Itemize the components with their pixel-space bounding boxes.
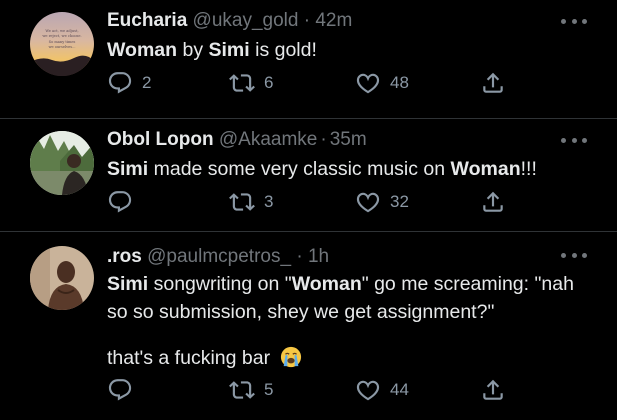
- hashtag-mention: Woman: [450, 158, 521, 180]
- retweet-count: 6: [264, 73, 274, 92]
- more-icon[interactable]: [561, 135, 587, 145]
- text-segment: is gold!: [249, 39, 317, 61]
- display-name[interactable]: Obol Lopon: [107, 129, 214, 150]
- avatar-quote-line: We act, we adjust,: [45, 29, 78, 33]
- like-button[interactable]: 44: [355, 377, 409, 403]
- user-handle[interactable]: @paulmcpetros_: [147, 246, 291, 267]
- text-segment: made some very classic music on: [148, 158, 451, 180]
- share-icon: [480, 377, 506, 403]
- like-count: 48: [390, 73, 409, 92]
- avatar[interactable]: We act, we adjust, we reject, we choose.…: [30, 12, 94, 76]
- more-icon[interactable]: [561, 16, 587, 26]
- tweet-header: .ros @paulmcpetros_ · 1h: [107, 246, 329, 268]
- avatar[interactable]: [30, 246, 94, 310]
- tweet-3[interactable]: .ros @paulmcpetros_ · 1h Simi songwritin…: [0, 232, 617, 420]
- separator-dot: ·: [320, 129, 327, 150]
- separator-dot: ·: [303, 10, 311, 31]
- hashtag-mention: Woman: [107, 39, 178, 61]
- reply-icon: [107, 189, 133, 215]
- text-segment: songwriting on ": [148, 273, 292, 295]
- retweet-button[interactable]: 6: [229, 70, 273, 96]
- like-icon: [355, 377, 381, 403]
- loudly-crying-face-icon: [280, 346, 301, 368]
- reply-icon: [107, 70, 133, 96]
- user-handle[interactable]: @ukay_gold: [193, 10, 299, 31]
- tweet-text-line: that's a fucking bar: [107, 344, 302, 372]
- tweet-header: Obol Lopon @Akaamke · 35m: [107, 129, 367, 151]
- avatar[interactable]: [30, 131, 94, 195]
- like-button[interactable]: 32: [355, 189, 409, 215]
- tweet-text-line: so so submission, shey we get assignment…: [107, 301, 495, 323]
- retweet-button[interactable]: 5: [229, 377, 273, 403]
- retweet-button[interactable]: 3: [229, 189, 273, 215]
- display-name[interactable]: Eucharia: [107, 10, 187, 31]
- timestamp[interactable]: 1h: [308, 246, 329, 267]
- tweet-text: Woman by Simi is gold!: [107, 36, 317, 64]
- text-segment: " go me screaming: "nah: [361, 273, 574, 295]
- user-handle[interactable]: @Akaamke: [219, 129, 318, 150]
- like-count: 32: [390, 192, 409, 211]
- hashtag-mention: Woman: [291, 273, 362, 295]
- tweet-text: Simi songwriting on "Woman" go me scream…: [107, 270, 574, 298]
- like-button[interactable]: 48: [355, 70, 409, 96]
- hashtag-mention: Simi: [107, 273, 149, 295]
- share-button[interactable]: [480, 189, 506, 215]
- separator-dot: ·: [296, 246, 303, 267]
- share-button[interactable]: [480, 70, 506, 96]
- hashtag-mention: Simi: [107, 158, 149, 180]
- share-icon: [480, 70, 506, 96]
- display-name[interactable]: .ros: [107, 246, 142, 267]
- tweet-1[interactable]: We act, we adjust, we reject, we choose.…: [0, 0, 617, 118]
- avatar-image: [30, 246, 94, 310]
- more-icon[interactable]: [561, 250, 587, 260]
- text-segment: !!!: [520, 158, 537, 180]
- like-icon: [355, 189, 381, 215]
- like-icon: [355, 70, 381, 96]
- retweet-count: 5: [264, 380, 274, 399]
- reply-icon: [107, 377, 133, 403]
- tweet-text: Simi made some very classic music on Wom…: [107, 155, 537, 183]
- avatar-quote-line: we ourselves...: [48, 45, 75, 49]
- tweet-header: Eucharia @ukay_gold · 42m: [107, 10, 352, 32]
- timestamp[interactable]: 35m: [330, 129, 367, 150]
- reply-count: 2: [142, 73, 152, 92]
- reply-button[interactable]: 2: [107, 70, 151, 96]
- share-icon: [480, 189, 506, 215]
- avatar-quote-line: we reject, we choose.: [42, 34, 81, 38]
- retweet-icon: [229, 377, 255, 403]
- share-button[interactable]: [480, 377, 506, 403]
- retweet-count: 3: [264, 192, 274, 211]
- retweet-icon: [229, 189, 255, 215]
- avatar-image: [30, 131, 94, 195]
- retweet-icon: [229, 70, 255, 96]
- text-segment: by: [177, 39, 209, 61]
- avatar-image: We act, we adjust, we reject, we choose.…: [30, 12, 94, 76]
- reply-button[interactable]: [107, 377, 133, 403]
- reply-button[interactable]: [107, 189, 133, 215]
- avatar-quote-line: So many times: [49, 40, 76, 44]
- like-count: 44: [390, 380, 409, 399]
- tweet-2[interactable]: Obol Lopon @Akaamke · 35m Simi made some v…: [0, 119, 617, 231]
- hashtag-mention: Simi: [208, 39, 250, 61]
- timestamp[interactable]: 42m: [315, 10, 352, 31]
- text-segment: that's a fucking bar: [107, 347, 271, 369]
